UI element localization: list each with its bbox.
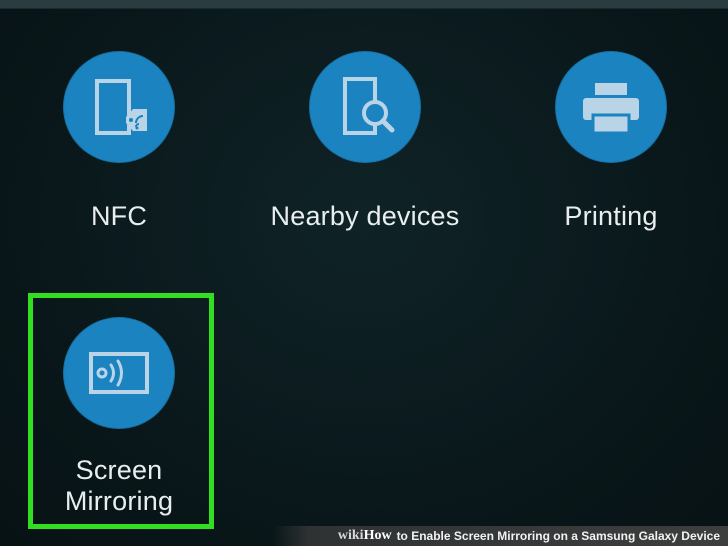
highlight-box xyxy=(28,293,214,529)
nfc-label: NFC xyxy=(90,201,148,231)
nfc-icon xyxy=(63,51,175,163)
caption-wiki: wiki xyxy=(337,528,364,543)
printer-icon xyxy=(555,51,667,163)
caption-title: to Enable Screen Mirroring on a Samsung … xyxy=(396,529,720,543)
quick-connect-panel: NFC Nearby devices Printing Screen Mirro… xyxy=(0,0,728,546)
nearby-devices-option[interactable]: Nearby devices xyxy=(250,51,480,232)
caption-how: How xyxy=(363,528,392,543)
nearby-devices-label: Nearby devices xyxy=(270,201,460,231)
printing-option[interactable]: Printing xyxy=(496,51,726,232)
top-divider xyxy=(0,0,728,9)
printing-label: Printing xyxy=(564,201,658,231)
wikihow-caption: wiki How to Enable Screen Mirroring on a S… xyxy=(273,526,728,546)
nearby-devices-icon xyxy=(309,51,421,163)
nfc-option[interactable]: NFC xyxy=(4,51,234,232)
